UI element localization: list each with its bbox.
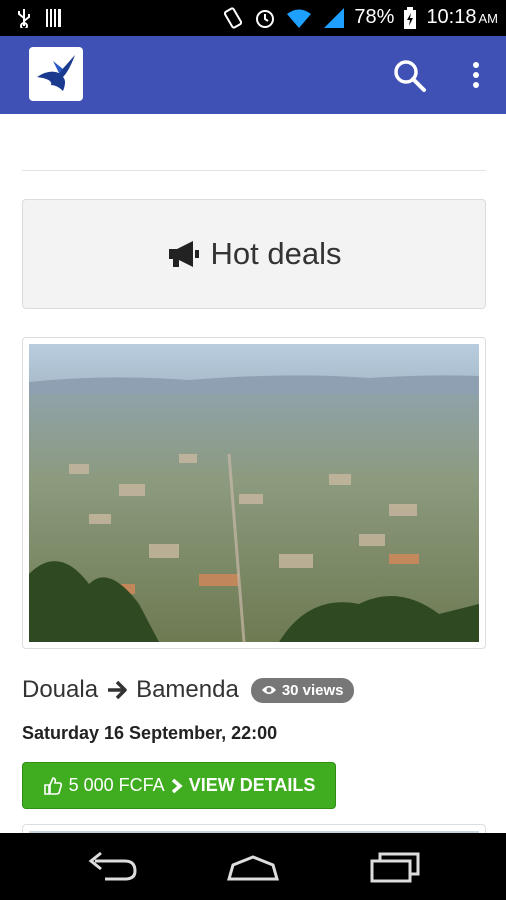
hot-deals-header: Hot deals	[22, 199, 486, 309]
navigation-bar	[0, 833, 506, 900]
alarm-icon	[256, 9, 275, 28]
wifi-icon	[287, 9, 312, 28]
overflow-menu-icon[interactable]	[462, 56, 490, 96]
route-destination: Bamenda	[136, 676, 239, 703]
chevron-right-icon	[171, 778, 183, 793]
thumbs-up-icon	[43, 776, 62, 795]
view-details-label: VIEW DETAILS	[188, 775, 316, 795]
clock: 10:18 AM	[426, 6, 498, 28]
deal-datetime: Saturday 16 September, 22:00	[22, 723, 278, 743]
route-origin: Douala	[22, 676, 99, 703]
view-details-button[interactable]: 5 000 FCFA VIEW DETAILS	[22, 762, 336, 809]
views-count: 30 views	[281, 681, 344, 699]
back-icon[interactable]	[85, 849, 141, 885]
route: Douala Bamenda 30 views	[22, 676, 354, 704]
battery-percent: 78%	[354, 6, 395, 28]
price: 5 000 FCFA	[68, 775, 165, 795]
bird-logo-icon[interactable]	[29, 47, 83, 101]
rotate-icon	[224, 6, 243, 29]
search-icon[interactable]	[390, 56, 430, 96]
eye-icon	[261, 686, 276, 694]
megaphone-icon	[168, 241, 199, 267]
divider	[22, 170, 486, 171]
status-bar: 78% 10:18 AM	[0, 0, 506, 36]
arrow-right-icon	[108, 680, 127, 700]
recent-apps-icon[interactable]	[368, 849, 424, 885]
signal-icon	[324, 7, 345, 28]
views-badge: 30 views	[250, 677, 354, 703]
app-bar	[0, 36, 506, 114]
battery-icon	[404, 6, 417, 29]
deal-image[interactable]	[22, 337, 486, 649]
home-icon[interactable]	[225, 849, 281, 885]
usb-icon	[18, 9, 30, 28]
hot-deals-title: Hot deals	[210, 236, 342, 271]
barcode-icon	[46, 9, 61, 27]
